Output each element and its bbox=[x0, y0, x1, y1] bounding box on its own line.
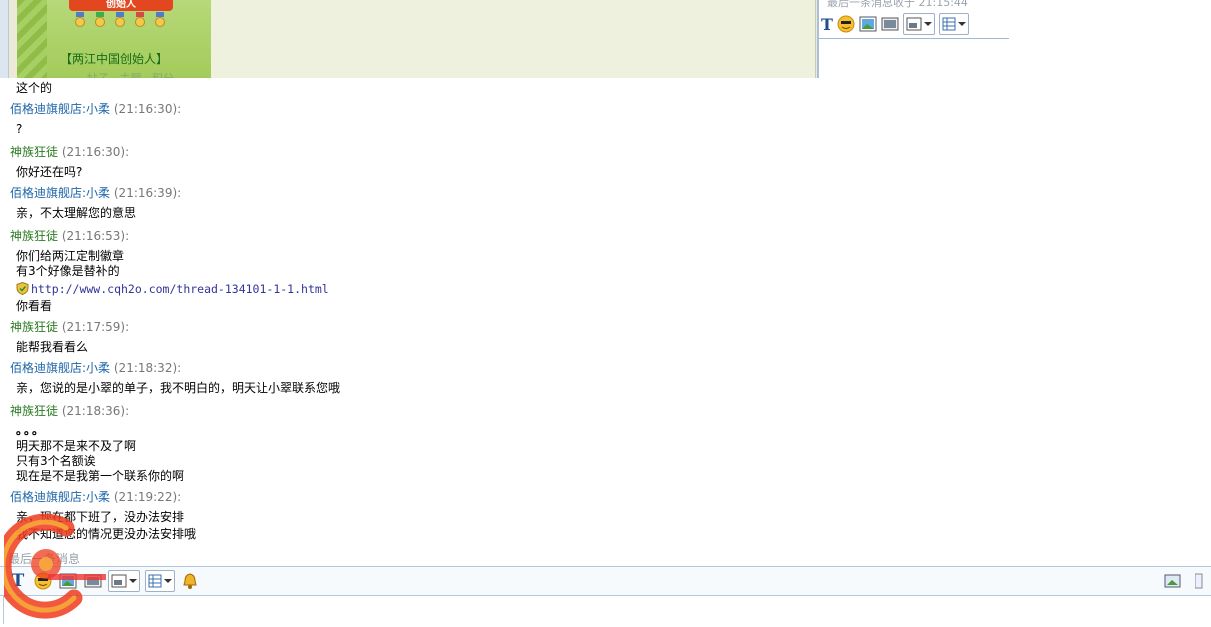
message-text: 现在是不是我第一个联系你的啊 bbox=[16, 469, 185, 483]
message-header: 佰格迪旗舰店:小柔 (21:18:32): bbox=[10, 361, 181, 376]
emoticon-button[interactable] bbox=[33, 571, 53, 591]
badge-caption: 【两江中国创始人】 bbox=[59, 52, 168, 66]
message-text: 。。。 bbox=[16, 423, 47, 437]
sender-name[interactable]: 佰格迪旗舰店:小柔 bbox=[10, 102, 110, 116]
message-header: 神族狂徒 (21:16:53): bbox=[10, 229, 129, 244]
medal-icon bbox=[114, 12, 126, 27]
font-icon: T bbox=[821, 14, 833, 34]
sender-name[interactable]: 佰格迪旗舰店:小柔 bbox=[10, 490, 110, 504]
scroll-handle[interactable] bbox=[1189, 571, 1209, 591]
medal-icon bbox=[154, 12, 166, 27]
message-text: 能帮我看看么 bbox=[16, 340, 89, 354]
message-text: 只有3个名额诶 bbox=[16, 454, 96, 468]
sender-name[interactable]: 佰格迪旗舰店:小柔 bbox=[10, 186, 110, 200]
message-header: 佰格迪旗舰店:小柔 (21:16:39): bbox=[10, 186, 181, 201]
message-text: 这个的 bbox=[16, 81, 53, 95]
sender-name[interactable]: 神族狂徒 bbox=[10, 320, 58, 334]
message-text: 你好还在吗? bbox=[16, 165, 83, 179]
input-toolbar: T bbox=[0, 566, 1211, 596]
message-text: 我不知道您的情况更没办法安排哦 bbox=[16, 527, 197, 541]
message-header: 神族狂徒 (21:16:30): bbox=[10, 145, 129, 160]
window-capture-icon bbox=[111, 574, 127, 588]
medal-icon bbox=[134, 12, 146, 27]
scrollbar-icon bbox=[1195, 573, 1203, 589]
left-scroll-edge bbox=[0, 0, 9, 78]
image-button[interactable] bbox=[58, 571, 78, 591]
table-icon bbox=[148, 574, 162, 588]
post-panel bbox=[211, 0, 816, 78]
font-icon[interactable]: T bbox=[8, 571, 28, 591]
message-time: (21:16:30): bbox=[113, 102, 182, 116]
sender-name[interactable]: 神族狂徒 bbox=[10, 404, 58, 418]
message-record-icon bbox=[1164, 574, 1181, 588]
chat-history: 这个的 佰格迪旗舰店:小柔 (21:16:30): ? 神族狂徒 (21:16:… bbox=[0, 78, 1211, 548]
medal-icon bbox=[94, 12, 106, 27]
message-text: 亲，现在都下班了，没办法安排 bbox=[16, 510, 185, 524]
screenshot-icon bbox=[881, 17, 899, 31]
safe-link-icon bbox=[16, 282, 29, 295]
message-time: (21:18:36): bbox=[61, 404, 130, 418]
embedded-last-message: 最后一条消息收于 21:15:44 bbox=[827, 0, 968, 10]
window-capture-dropdown[interactable] bbox=[108, 570, 140, 592]
founder-banner: 创始人 bbox=[69, 0, 173, 11]
embedded-toolbar: T bbox=[821, 12, 969, 36]
message-text: 亲，不太理解您的意思 bbox=[16, 206, 137, 220]
message-text: 你们给两江定制徽章 bbox=[16, 249, 125, 263]
window-capture-icon bbox=[906, 17, 922, 31]
message-time: (21:18:32): bbox=[113, 361, 182, 375]
embedded-input-area bbox=[819, 38, 1009, 79]
message-header: 佰格迪旗舰店:小柔 (21:16:30): bbox=[10, 102, 181, 117]
badge-sub-text: 帖子 · 主题 · 积分 bbox=[87, 70, 174, 78]
founder-banner-text: 创始人 bbox=[106, 0, 136, 10]
badge-card: 创始人 【两江中国创始人】 帖子 · 主题 · 积分 bbox=[17, 0, 211, 78]
embedded-screenshot: 创始人 【两江中国创始人】 帖子 · 主题 · 积分 bbox=[0, 0, 817, 78]
message-text: 明天那不是来不及了啊 bbox=[16, 439, 137, 453]
shake-button[interactable] bbox=[180, 571, 200, 591]
medal-icon bbox=[74, 12, 86, 27]
message-header: 神族狂徒 (21:17:59): bbox=[10, 320, 129, 335]
message-text: 你看看 bbox=[16, 299, 53, 313]
window-capture-dropdown[interactable] bbox=[902, 13, 935, 35]
message-header: 佰格迪旗舰店:小柔 (21:19:22): bbox=[10, 490, 181, 505]
message-time: (21:16:39): bbox=[113, 186, 182, 200]
table-icon bbox=[942, 17, 956, 31]
medal-row bbox=[72, 12, 172, 34]
message-input[interactable] bbox=[3, 596, 1211, 624]
table-dropdown[interactable] bbox=[938, 13, 969, 35]
message-time: (21:16:30): bbox=[61, 145, 130, 159]
image-icon bbox=[59, 573, 77, 589]
message-header: 神族狂徒 (21:18:36): bbox=[10, 404, 129, 419]
chevron-down-icon bbox=[164, 579, 172, 583]
image-icon bbox=[859, 16, 877, 32]
sender-name[interactable]: 佰格迪旗舰店:小柔 bbox=[10, 361, 110, 375]
table-dropdown[interactable] bbox=[145, 570, 175, 592]
message-time: (21:19:22): bbox=[113, 490, 182, 504]
screenshot-icon bbox=[84, 574, 102, 588]
embedded-last-message-label: 最后一条消息收于 bbox=[827, 0, 915, 9]
message-time: (21:16:53): bbox=[61, 229, 130, 243]
message-text: ? bbox=[16, 122, 23, 136]
screenshot-button[interactable] bbox=[83, 571, 103, 591]
emoticon-icon bbox=[34, 572, 52, 590]
emoticon-icon bbox=[837, 15, 855, 33]
thread-link[interactable]: http://www.cqh2o.com/thread-134101-1-1.h… bbox=[31, 282, 329, 296]
message-text: 亲，您说的是小翠的单子，我不明白的，明天让小翠联系您哦 bbox=[16, 381, 341, 395]
chevron-down-icon bbox=[129, 579, 137, 583]
message-record-button[interactable] bbox=[1163, 571, 1183, 591]
message-time: (21:17:59): bbox=[61, 320, 130, 334]
sender-name[interactable]: 神族狂徒 bbox=[10, 229, 58, 243]
bell-icon bbox=[183, 573, 197, 589]
sender-name[interactable]: 神族狂徒 bbox=[10, 145, 58, 159]
embedded-chat-window: 最后一条消息收于 21:15:44 T bbox=[817, 0, 1011, 78]
message-text: 有3个好像是替补的 bbox=[16, 264, 120, 278]
message-link-row: http://www.cqh2o.com/thread-134101-1-1.h… bbox=[16, 282, 329, 297]
last-message-status: 最后一条消息 bbox=[8, 552, 81, 566]
embedded-last-message-time: 21:15:44 bbox=[918, 0, 968, 9]
